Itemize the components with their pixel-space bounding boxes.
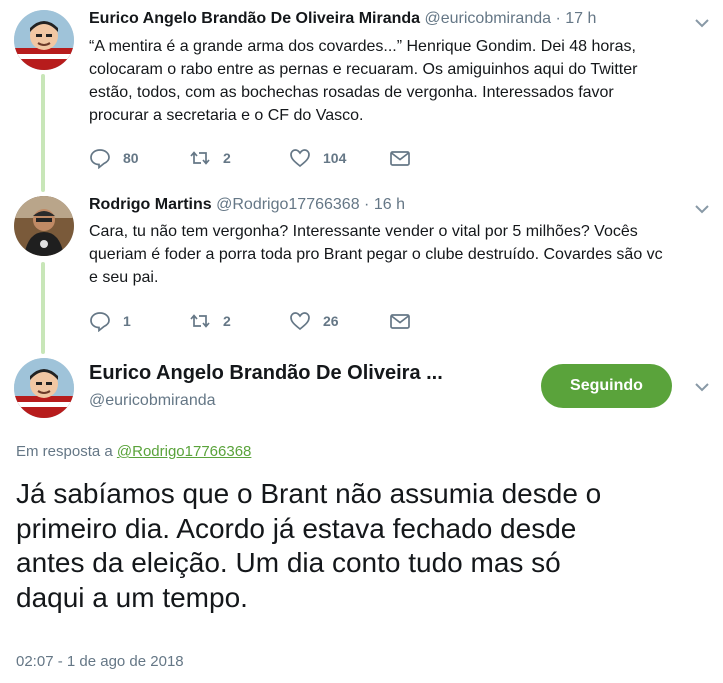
author-name[interactable]: Eurico Angelo Brandão De Oliveira ... [89, 362, 443, 385]
reply-handle-link[interactable]: @Rodrigo17766368 [117, 443, 252, 460]
author-name[interactable]: Eurico Angelo Brandão De Oliveira Mirand… [89, 10, 420, 27]
retweet-count: 2 [223, 150, 231, 166]
reply-button[interactable]: 80 [89, 147, 139, 169]
envelope-icon [390, 151, 410, 166]
tweet-line: antes da eleição. Um dia conto tudo mas … [16, 547, 561, 578]
tweet-header: Eurico Angelo Brandão De Oliveira Mirand… [89, 10, 596, 28]
chevron-down-icon[interactable] [693, 14, 711, 32]
author-handle[interactable]: @euricobmiranda [425, 10, 552, 27]
author-handle[interactable]: @Rodrigo17766368 [216, 196, 359, 213]
author-handle[interactable]: @euricobmiranda [89, 392, 216, 410]
tweet-timestamp[interactable]: 02:07 - 1 de ago de 2018 [16, 653, 184, 670]
retweet-count: 2 [223, 313, 231, 329]
heart-icon [290, 312, 310, 331]
like-count: 104 [323, 150, 347, 166]
tweet-1[interactable]: Eurico Angelo Brandão De Oliveira Mirand… [0, 0, 723, 180]
dm-button[interactable] [389, 147, 411, 169]
dm-button[interactable] [389, 310, 411, 332]
separator-dot: · [555, 10, 561, 27]
tweet-line: “A mentira é a grande arma dos covardes.… [89, 38, 636, 55]
tweet-header: Rodrigo Martins @Rodrigo17766368 · 16 h [89, 196, 405, 214]
retweet-icon [190, 151, 210, 165]
like-button[interactable]: 26 [289, 310, 339, 332]
reply-count: 80 [123, 150, 139, 166]
tweet-actions: 80 2 104 [89, 147, 429, 169]
tweet-time[interactable]: 16 h [374, 196, 405, 213]
tweet-time[interactable]: 17 h [565, 10, 596, 27]
retweet-button[interactable]: 2 [189, 310, 231, 332]
tweet-line: estão, todos, com as bochechas rosadas d… [89, 84, 614, 101]
tweet-text: “A mentira é a grande arma dos covardes.… [89, 35, 689, 127]
tweet-line: e seu pai. [89, 269, 159, 286]
following-button[interactable]: Seguindo [541, 364, 672, 408]
reply-button[interactable]: 1 [89, 310, 131, 332]
heart-icon [290, 149, 310, 168]
avatar[interactable] [14, 358, 74, 418]
tweet-2[interactable]: Rodrigo Martins @Rodrigo17766368 · 16 h … [0, 180, 723, 350]
tweet-text: Cara, tu não tem vergonha? Interessante … [89, 220, 689, 289]
chevron-down-icon[interactable] [693, 378, 711, 396]
like-button[interactable]: 104 [289, 147, 346, 169]
envelope-icon [390, 314, 410, 329]
reply-icon [90, 149, 110, 169]
reply-icon [90, 312, 110, 332]
tweet-line: colocaram o rabo entre as pernas e recua… [89, 61, 638, 78]
retweet-icon [190, 314, 210, 328]
reply-prefix: Em resposta a [16, 443, 113, 460]
tweet-actions: 1 2 26 [89, 310, 429, 332]
reply-count: 1 [123, 313, 131, 329]
retweet-button[interactable]: 2 [189, 147, 231, 169]
avatar[interactable] [14, 196, 74, 256]
author-name[interactable]: Rodrigo Martins [89, 196, 212, 213]
avatar[interactable] [14, 10, 74, 70]
tweet-line: Já sabíamos que o Brant não assumia desd… [16, 478, 602, 509]
reply-context: Em resposta a @Rodrigo17766368 [16, 443, 251, 460]
separator-dot: · [364, 196, 370, 213]
tweet-line: primeiro dia. Acordo já estava fechado d… [16, 512, 577, 544]
tweet-line: queriam é foder a porra toda pro Brant p… [89, 246, 663, 263]
like-count: 26 [323, 313, 339, 329]
tweet-line: daqui a um tempo. [16, 581, 248, 613]
chevron-down-icon[interactable] [693, 200, 711, 218]
main-tweet-text: Já sabíamos que o Brant não assumia desd… [16, 477, 716, 615]
tweet-line: Cara, tu não tem vergonha? Interessante … [89, 223, 638, 240]
tweet-line: procurar a secretaria e o CF do Vasco. [89, 107, 364, 124]
